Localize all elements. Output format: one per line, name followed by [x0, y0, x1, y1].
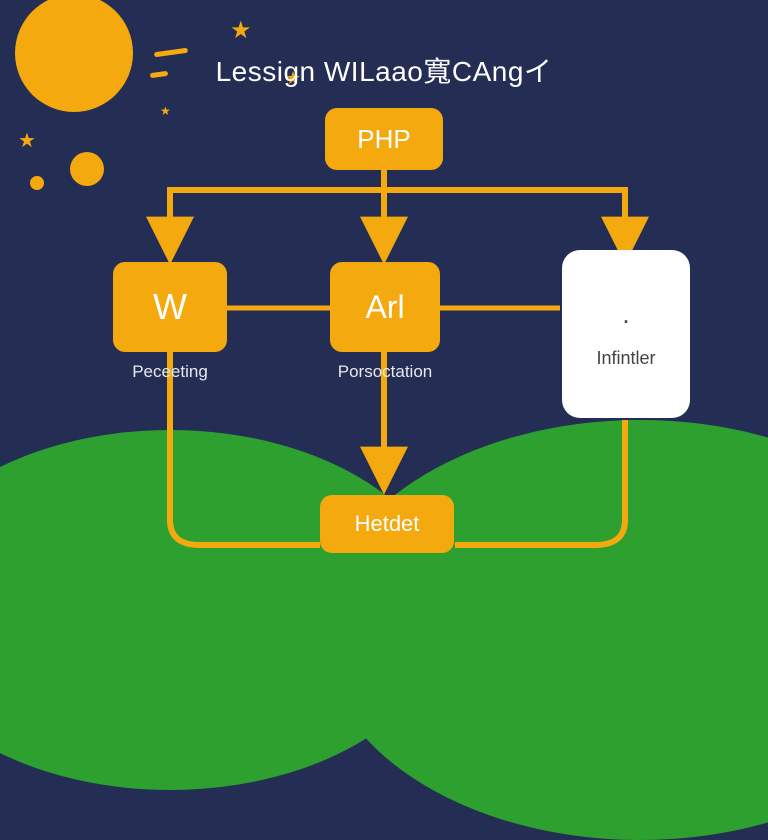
- diagram-title: Lessign WILaao寬CAngイ: [0, 50, 768, 90]
- node-left: W: [113, 262, 227, 352]
- node-right: . Infintler: [562, 250, 690, 418]
- node-middle: Arl: [330, 262, 440, 352]
- node-middle-label: Arl: [365, 289, 404, 326]
- node-left-caption: Peceeting: [100, 362, 240, 382]
- node-left-label: W: [153, 286, 187, 328]
- node-top-label: PHP: [357, 124, 410, 155]
- node-bottom-label: Hetdet: [355, 511, 420, 537]
- star-icon: ★: [18, 128, 36, 153]
- node-right-dot: .: [622, 299, 629, 330]
- star-icon: ★: [230, 16, 252, 45]
- star-icon: ★: [160, 104, 171, 118]
- node-top: PHP: [325, 108, 443, 170]
- diamond-icon: [27, 173, 47, 193]
- node-bottom: Hetdet: [320, 495, 454, 553]
- hill-icon: [320, 420, 768, 840]
- node-right-caption: Infintler: [596, 348, 655, 369]
- node-middle-caption: Porsoctation: [310, 362, 460, 382]
- diamond-icon: [63, 145, 111, 193]
